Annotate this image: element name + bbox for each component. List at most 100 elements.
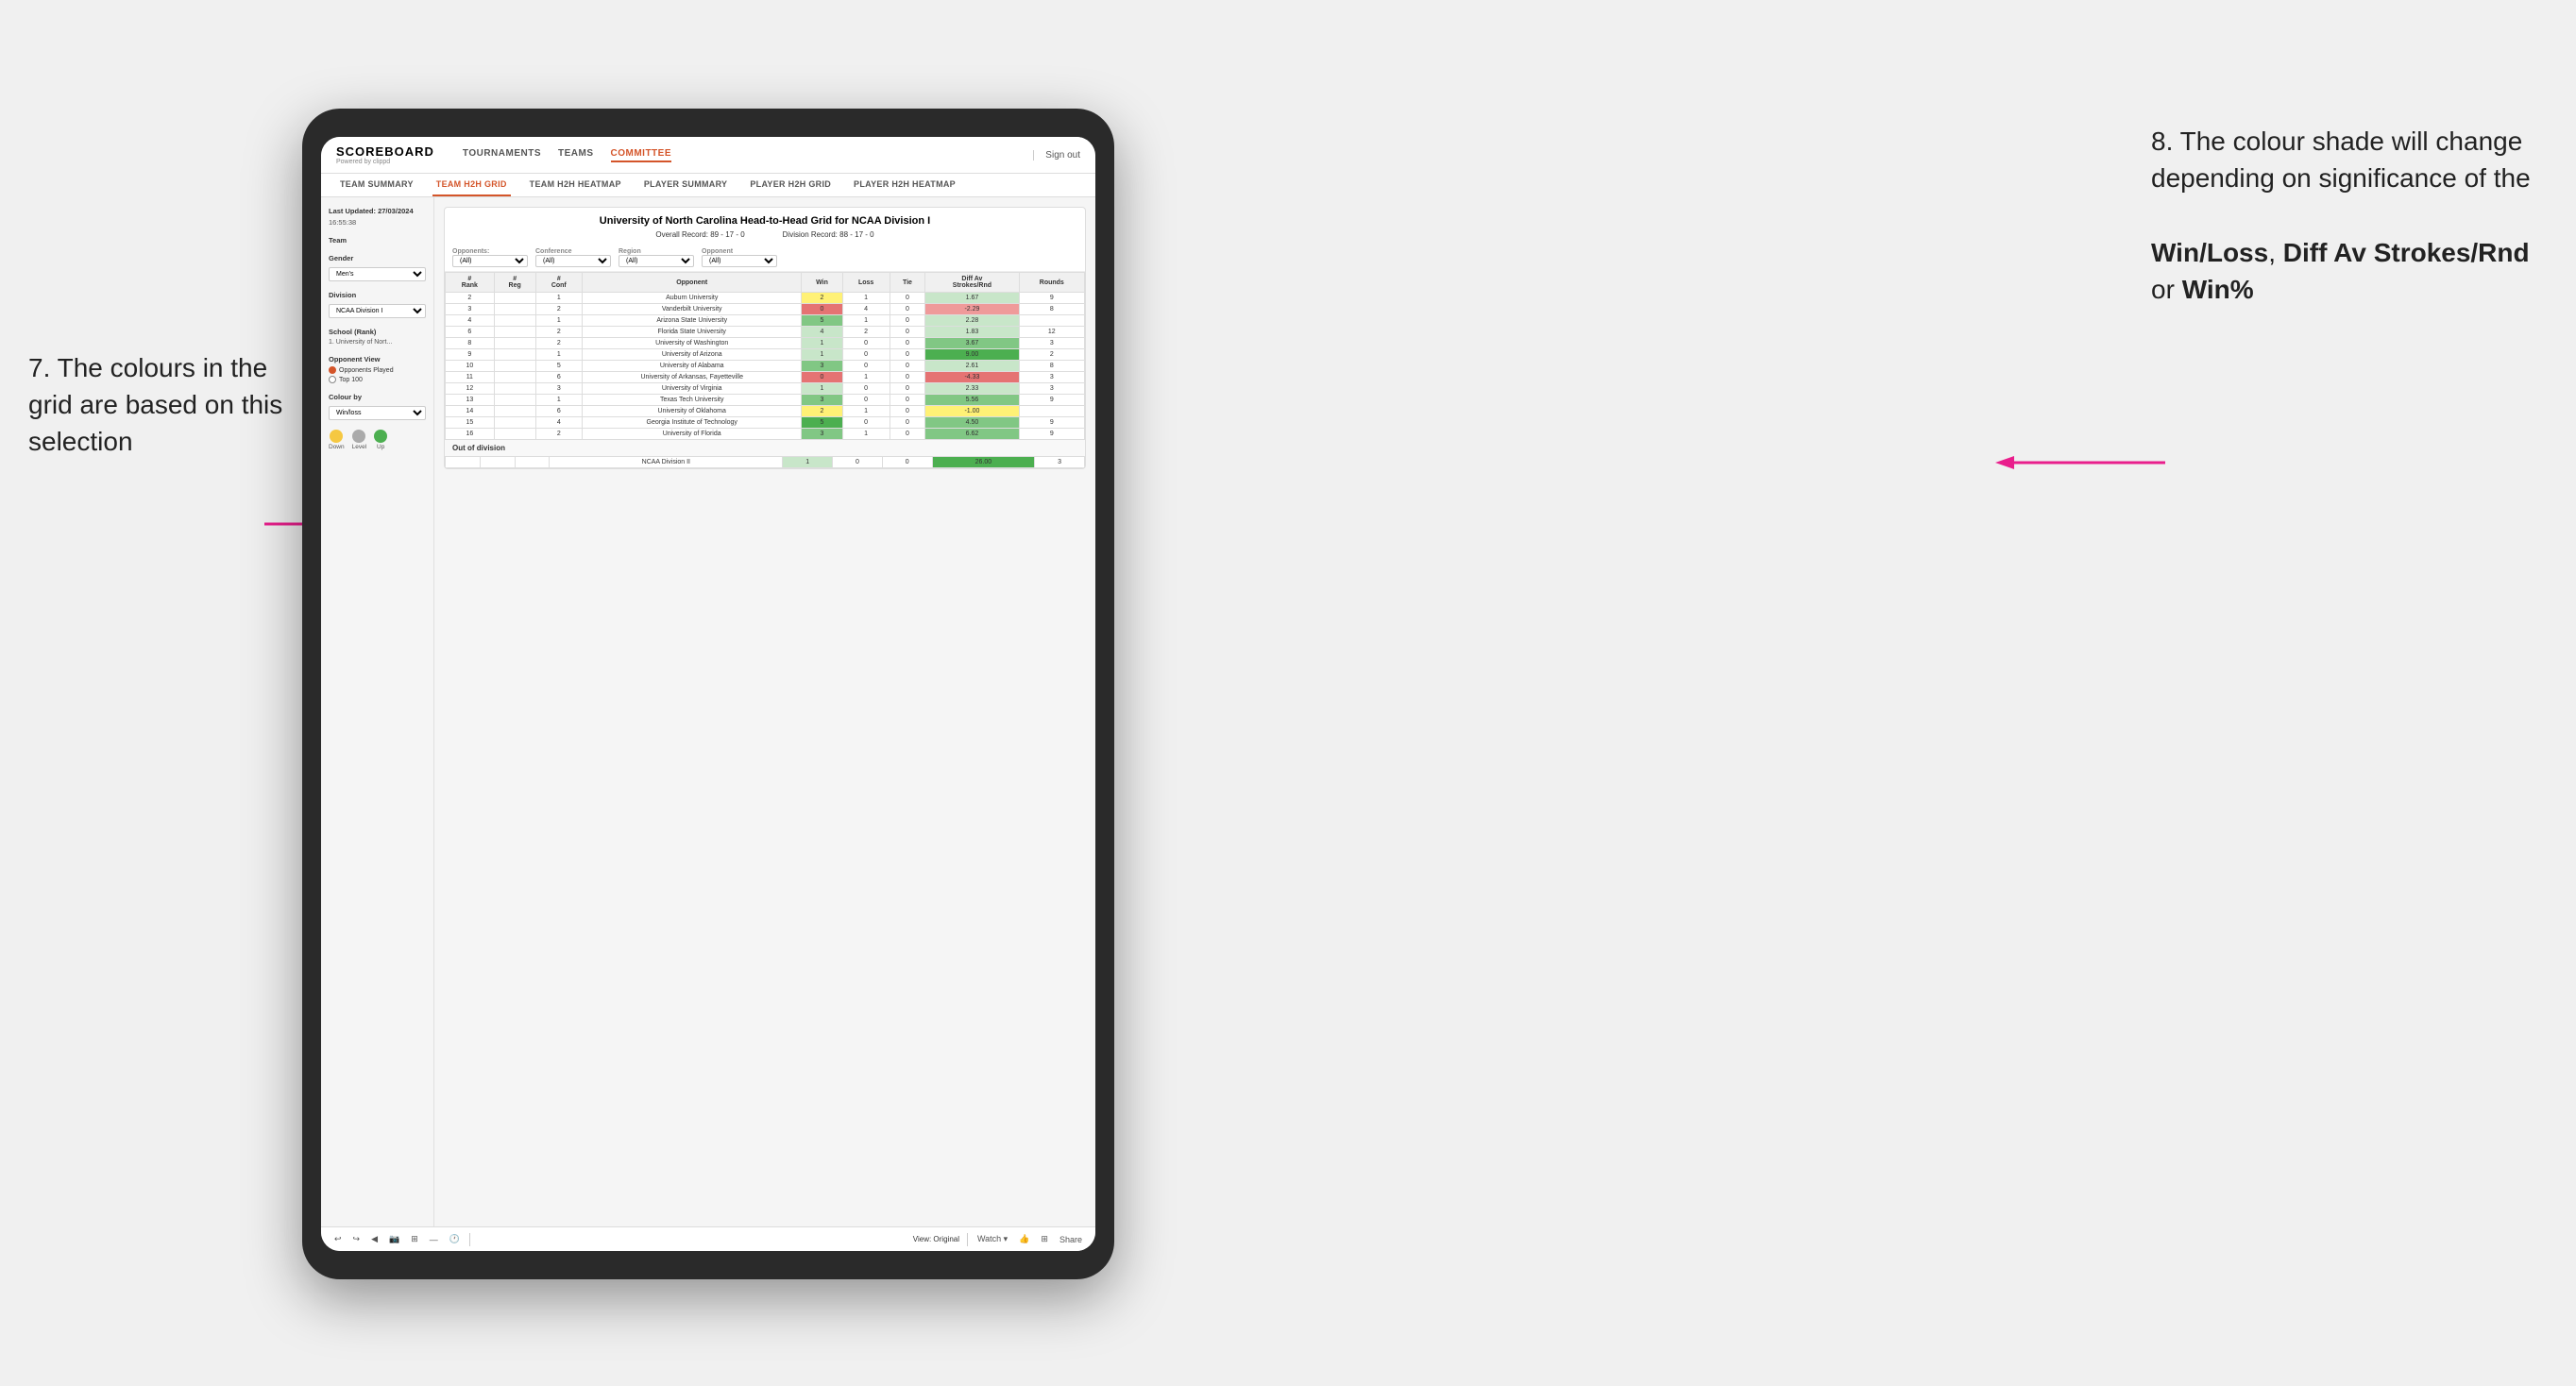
grid-button[interactable]: ⊞: [409, 1232, 420, 1246]
ood-cell-loss: 0: [833, 457, 883, 468]
radio-opponents-played[interactable]: Opponents Played: [329, 366, 426, 374]
table-row: 15 4 Georgia Institute of Technology 5 0…: [446, 417, 1085, 429]
cell-loss: 0: [842, 349, 890, 361]
prev-button[interactable]: ◀: [369, 1232, 380, 1246]
redo-button[interactable]: ↪: [351, 1232, 363, 1246]
legend-level: Level: [352, 430, 367, 450]
division-label: Division: [329, 291, 426, 299]
cell-tie: 0: [890, 429, 925, 440]
division-select[interactable]: NCAA Division I: [329, 304, 426, 318]
conference-label: Conference: [535, 248, 611, 255]
cell-rank: 4: [446, 315, 495, 327]
cell-rank: 11: [446, 372, 495, 383]
nav-tournaments[interactable]: TOURNAMENTS: [463, 148, 541, 162]
camera-button[interactable]: 📷: [387, 1232, 401, 1246]
conference-select[interactable]: (All): [535, 255, 611, 267]
cell-diff: -4.33: [925, 372, 1019, 383]
school-label: School (Rank): [329, 328, 426, 336]
cell-diff: -1.00: [925, 406, 1019, 417]
cell-opponent: University of Virginia: [582, 383, 801, 395]
main-content: Last Updated: 27/03/2024 16:55:38 Team G…: [321, 197, 1095, 1226]
share-button[interactable]: 👍: [1017, 1232, 1031, 1246]
sub-nav-player-h2h-heatmap[interactable]: PLAYER H2H HEATMAP: [850, 174, 959, 196]
ood-cell-diff: 26.00: [932, 457, 1035, 468]
cell-win: 2: [802, 293, 842, 304]
table-row: 4 1 Arizona State University 5 1 0 2.28: [446, 315, 1085, 327]
cell-rank: 3: [446, 304, 495, 315]
col-loss: Loss: [842, 273, 890, 293]
dash-button[interactable]: —: [428, 1233, 440, 1246]
last-updated-time: 16:55:38: [329, 218, 426, 227]
cell-loss: 0: [842, 417, 890, 429]
logo-text: SCOREBOARD: [336, 144, 434, 159]
sub-nav-team-summary[interactable]: TEAM SUMMARY: [336, 174, 417, 196]
share-text-button[interactable]: Share: [1058, 1233, 1084, 1246]
col-rank: #Rank: [446, 273, 495, 293]
watch-button[interactable]: Watch ▾: [975, 1232, 1009, 1246]
nav-teams[interactable]: TEAMS: [558, 148, 594, 162]
ood-cell-rounds: 3: [1035, 457, 1085, 468]
cell-opponent: University of Washington: [582, 338, 801, 349]
colour-by-label: Colour by: [329, 393, 426, 401]
legend-label-up: Up: [377, 444, 384, 450]
copy-button[interactable]: ⊞: [1039, 1232, 1050, 1246]
opponents-label: Opponents:: [452, 248, 528, 255]
cell-opponent: University of Alabama: [582, 361, 801, 372]
col-opponent: Opponent: [582, 273, 801, 293]
filter-region: Region (All): [619, 248, 694, 267]
sidebar-team: Team: [329, 236, 426, 245]
cell-conf: 6: [535, 372, 582, 383]
table-row: 8 2 University of Washington 1 0 0 3.67 …: [446, 338, 1085, 349]
ood-cell-win: 1: [783, 457, 833, 468]
cell-rounds: 9: [1019, 293, 1084, 304]
cell-diff: 2.33: [925, 383, 1019, 395]
gender-select[interactable]: Men's: [329, 267, 426, 281]
cell-rounds: 12: [1019, 327, 1084, 338]
cell-win: 3: [802, 361, 842, 372]
cell-loss: 2: [842, 327, 890, 338]
colour-by-select[interactable]: Win/loss: [329, 406, 426, 420]
radio-label-1: Opponents Played: [339, 367, 394, 374]
radio-top100[interactable]: Top 100: [329, 376, 426, 383]
sub-nav-player-summary[interactable]: PLAYER SUMMARY: [640, 174, 732, 196]
cell-rounds: 2: [1019, 349, 1084, 361]
filter-opponent: Opponent (All): [702, 248, 777, 267]
region-select[interactable]: (All): [619, 255, 694, 267]
sub-nav-player-h2h-grid[interactable]: PLAYER H2H GRID: [746, 174, 835, 196]
cell-rank: 10: [446, 361, 495, 372]
undo-button[interactable]: ↩: [332, 1232, 344, 1246]
annotation-right: 8. The colour shade will change dependin…: [2151, 123, 2548, 308]
cell-conf: 1: [535, 349, 582, 361]
ood-row: NCAA Division II 1 0 0 26.00 3: [446, 457, 1085, 468]
cell-loss: 1: [842, 406, 890, 417]
cell-loss: 1: [842, 429, 890, 440]
sub-nav-team-h2h-heatmap[interactable]: TEAM H2H HEATMAP: [526, 174, 625, 196]
table-row: 13 1 Texas Tech University 3 0 0 5.56 9: [446, 395, 1085, 406]
table-row: 11 6 University of Arkansas, Fayettevill…: [446, 372, 1085, 383]
nav-links: TOURNAMENTS TEAMS COMMITTEE: [463, 148, 1014, 162]
legend-label-level: Level: [352, 444, 367, 450]
cell-loss: 0: [842, 361, 890, 372]
cell-tie: 0: [890, 293, 925, 304]
sub-nav-team-h2h-grid[interactable]: TEAM H2H GRID: [432, 174, 511, 196]
opponents-select[interactable]: (All): [452, 255, 528, 267]
cell-tie: 0: [890, 327, 925, 338]
cell-tie: 0: [890, 383, 925, 395]
radio-dot-unselected: [329, 376, 336, 383]
legend-up: Up: [374, 430, 387, 450]
cell-rounds: 3: [1019, 383, 1084, 395]
col-tie: Tie: [890, 273, 925, 293]
table-row: 6 2 Florida State University 4 2 0 1.83 …: [446, 327, 1085, 338]
sign-out-button[interactable]: Sign out: [1033, 150, 1080, 161]
cell-rank: 12: [446, 383, 495, 395]
cell-diff: 1.67: [925, 293, 1019, 304]
cell-reg: [494, 361, 535, 372]
opponent-select[interactable]: (All): [702, 255, 777, 267]
cell-reg: [494, 417, 535, 429]
cell-loss: 0: [842, 395, 890, 406]
nav-committee[interactable]: COMMITTEE: [611, 148, 672, 162]
cell-reg: [494, 327, 535, 338]
clock-button[interactable]: 🕐: [448, 1232, 462, 1246]
cell-conf: 2: [535, 304, 582, 315]
cell-rounds: 9: [1019, 395, 1084, 406]
